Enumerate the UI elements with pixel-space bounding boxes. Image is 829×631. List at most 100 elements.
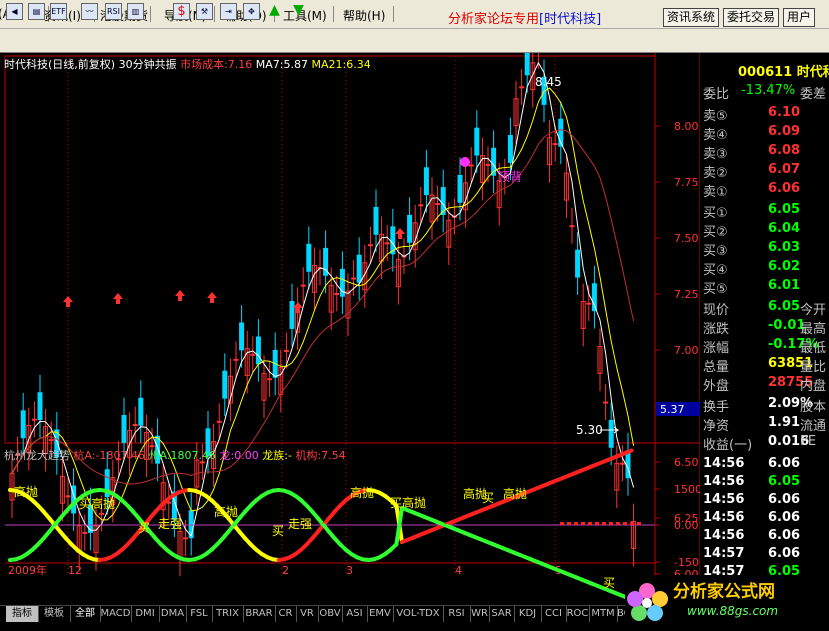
price-tick-label: 7.50 xyxy=(674,232,699,245)
candle-body xyxy=(619,462,625,465)
buy-level-4: 买④ 6.02 xyxy=(703,259,801,278)
candle-body xyxy=(586,302,592,305)
tab-trix[interactable]: TRIX xyxy=(212,606,244,622)
tab-cr[interactable]: CR xyxy=(275,606,297,622)
indicator-a4: 龙族:- xyxy=(262,449,292,462)
tab-kdj[interactable]: KDJ xyxy=(514,606,542,622)
tab-brar[interactable]: BRAR xyxy=(243,606,276,622)
price-flag-label: 5.37 xyxy=(660,403,685,416)
signal-label: 买高抛 xyxy=(79,496,115,511)
tab-asi[interactable]: ASI xyxy=(342,606,368,622)
tick-row: 14:57 6.06 xyxy=(703,546,801,561)
cost-line xyxy=(11,129,635,485)
tab-dmi[interactable]: DMI xyxy=(131,606,160,622)
candle-body xyxy=(239,322,245,351)
dollar-tool-icon[interactable]: $ xyxy=(173,3,190,20)
candle-body xyxy=(608,419,614,448)
tab-dma[interactable]: DMA xyxy=(159,606,187,622)
chart-header: 时代科技(日线,前复权) 30分钟共振 市场成本:7.16 MA7:5.87 M… xyxy=(4,56,371,72)
tab-mtm[interactable]: MTM xyxy=(589,606,618,622)
indicator-a3: 龙:0.00 xyxy=(219,449,259,462)
signal-label: 高抛 xyxy=(14,484,38,499)
tab-emv[interactable]: EMV xyxy=(367,606,394,622)
sell-level-1: 卖① 6.06 xyxy=(703,181,801,200)
tab-wr[interactable]: WR xyxy=(470,606,490,622)
sell-level-4: 卖④ 6.09 xyxy=(703,124,801,143)
tab-roc[interactable]: ROC xyxy=(566,606,590,622)
tab-cci[interactable]: CCI xyxy=(541,606,567,622)
ind-tick-label: 1500 xyxy=(674,483,700,496)
indicator-a1: 杭A:-1807.46 xyxy=(73,449,146,462)
price-tick-label: 7.00 xyxy=(674,344,699,357)
stat-row-0: 现价 6.05 今开 xyxy=(703,299,827,318)
up-tool-icon[interactable]: ▲ xyxy=(266,3,283,20)
trade-button[interactable]: 委托交易 xyxy=(723,8,780,27)
tab-模板[interactable]: 模板 xyxy=(38,606,71,622)
candle-body xyxy=(183,537,189,540)
candle-body xyxy=(485,163,491,166)
high-label: 8.45 xyxy=(535,75,562,89)
tab-macd[interactable]: MACD xyxy=(100,606,132,622)
sell-level-2: 卖② 6.07 xyxy=(703,162,801,181)
ind-bar xyxy=(637,522,641,525)
market-cost: 市场成本:7.16 xyxy=(180,58,253,71)
candle-body xyxy=(356,254,362,283)
buy-arrow-icon xyxy=(113,293,123,304)
candle-body xyxy=(603,401,609,404)
price-tick-label: 7.25 xyxy=(674,288,699,301)
date-label: 2 xyxy=(282,564,289,577)
tab-指标[interactable]: 指标 xyxy=(6,606,39,622)
buy-level-3: 买③ 6.03 xyxy=(703,240,801,259)
toolbar xyxy=(0,29,829,53)
bar-tool-icon[interactable]: ▥ xyxy=(127,3,144,20)
buy-level-2: 买② 6.04 xyxy=(703,221,801,240)
candle-body xyxy=(591,283,597,312)
kline-chart[interactable]: 8.007.757.507.257.006.756.506.256.005.75… xyxy=(0,53,700,605)
trend-line-a xyxy=(624,448,634,455)
signal-label: 高抛 xyxy=(503,486,527,501)
list-tool-icon[interactable]: ▤ xyxy=(28,3,45,20)
tab-sar[interactable]: SAR xyxy=(489,606,515,622)
ind-bar xyxy=(630,522,634,525)
cross-tool-icon[interactable]: ✥ xyxy=(243,3,260,20)
user-button[interactable]: 用户 xyxy=(783,8,816,27)
buy-level-5: 买⑤ 6.01 xyxy=(703,278,801,297)
candle-body xyxy=(48,439,54,442)
menu-separator xyxy=(333,6,334,22)
tab-fsl[interactable]: FSL xyxy=(186,606,213,622)
candle-body xyxy=(552,143,558,146)
candle-body xyxy=(132,423,138,426)
candle-body xyxy=(37,392,43,421)
down-tool-icon[interactable]: ▼ xyxy=(290,3,307,20)
tab-vr[interactable]: VR xyxy=(296,606,319,622)
candle-body xyxy=(507,135,513,163)
ind-bar xyxy=(623,522,627,525)
candle-body xyxy=(255,336,261,365)
ind-bar xyxy=(595,522,599,525)
indicator-name: 杭州龙大趋势 xyxy=(4,449,70,462)
tab-obv[interactable]: OBV xyxy=(318,606,343,622)
tab-rsi[interactable]: RSI xyxy=(443,606,471,622)
tick-row: 14:56 6.05 xyxy=(703,474,801,489)
kline-tool-icon[interactable]: 〰 xyxy=(81,3,98,20)
signal-label: 走强 xyxy=(158,517,182,531)
date-label: 2009年 xyxy=(8,563,47,577)
ind-bar xyxy=(574,522,578,525)
menu-help[interactable]: 帮助(H) xyxy=(343,7,385,23)
rsi-tool-icon[interactable]: RSI xyxy=(105,3,122,20)
stat-row-2: 涨幅 -0.17% 最低 xyxy=(703,337,827,356)
back-tool-icon[interactable]: ◀ xyxy=(6,3,23,20)
info-system-button[interactable]: 资讯系统 xyxy=(663,8,720,27)
tab-全部[interactable]: 全部 xyxy=(70,606,101,622)
etf-tool-icon[interactable]: ETF xyxy=(50,3,67,20)
candle-body xyxy=(435,203,441,206)
weibi-row: 委比 -13.47% 委差 xyxy=(703,83,827,102)
candle-body xyxy=(384,242,390,245)
exit-tool-icon[interactable]: ⇥ xyxy=(220,3,237,20)
tab-vol-tdx[interactable]: VOL-TDX xyxy=(393,606,444,622)
date-label: 12 xyxy=(68,564,82,577)
candle-body xyxy=(82,531,88,534)
candle-body xyxy=(457,174,463,203)
tool-tool-icon[interactable]: ⚒ xyxy=(196,3,213,20)
buy-arrow-icon xyxy=(395,228,405,239)
